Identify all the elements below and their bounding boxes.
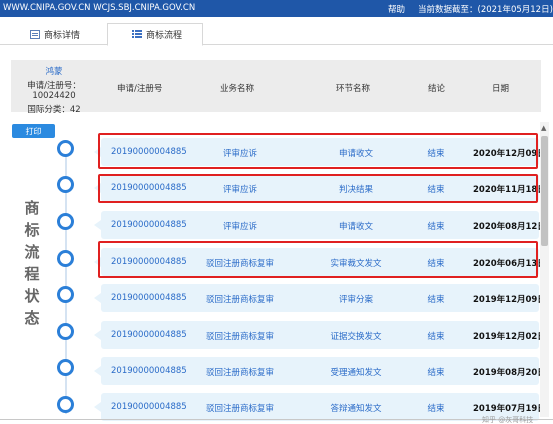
table-row: 20190000004885 评审应诉 申请收文 结束 2020年08月12日	[94, 211, 546, 239]
row-date: 2019年08月20日	[473, 368, 546, 378]
timeline-node	[57, 176, 74, 193]
data-date: 当前数据截至：(2021年05月12日)	[418, 5, 553, 15]
help-link[interactable]: 帮助	[388, 3, 405, 15]
row-step[interactable]: 受理通知发文	[304, 366, 408, 378]
row-reg-number[interactable]: 20190000004885	[111, 293, 187, 303]
row-result[interactable]: 结束	[421, 330, 451, 342]
timeline-node	[57, 396, 74, 413]
table-header: 申请/注册号 业务名称 环节名称 结论 日期	[97, 60, 541, 112]
divider	[0, 419, 553, 420]
international-class: 国际分类：42	[27, 105, 81, 115]
row-result[interactable]: 结束	[421, 293, 451, 305]
row-result[interactable]: 结束	[421, 402, 451, 414]
highlight-box	[98, 241, 538, 278]
row-step[interactable]: 评审分案	[304, 293, 408, 305]
trademark-name[interactable]: 鸿蒙	[11, 65, 97, 77]
row-reg-number[interactable]: 20190000004885	[111, 330, 187, 340]
row-date: 2019年12月02日	[473, 332, 546, 342]
timeline-node	[57, 140, 74, 157]
document-icon	[30, 29, 40, 39]
row-business[interactable]: 驳回注册商标复审	[188, 330, 292, 342]
title-char: 流	[24, 243, 40, 261]
table-row: 20190000004885 驳回注册商标复审 评审分案 结束 2019年12月…	[94, 284, 546, 312]
table-row: 20190000004885 驳回注册商标复审 答辩通知发文 结束 2019年0…	[94, 393, 546, 421]
scroll-up-icon[interactable]: ▲	[541, 124, 546, 132]
timeline-node	[57, 213, 74, 230]
tab-trademark-details[interactable]: 商标详情	[16, 23, 104, 45]
highlight-box	[98, 133, 538, 169]
row-reg-number[interactable]: 20190000004885	[111, 366, 187, 376]
process-status-title: 商 标 流 程 状 态	[22, 197, 42, 329]
tab-bar: 商标详情 商标流程	[0, 23, 553, 46]
site-urls[interactable]: WWW.CNIPA.GOV.CN WCJS.SBJ.CNIPA.GOV.CN	[3, 3, 195, 13]
row-result[interactable]: 结束	[421, 220, 451, 232]
watermark: 知乎 @灰哥科技	[482, 416, 534, 424]
row-date: 2019年07月19日	[473, 404, 546, 414]
row-business[interactable]: 驳回注册商标复审	[188, 402, 292, 414]
title-char: 商	[24, 199, 40, 217]
timeline-node	[57, 323, 74, 340]
timeline-node	[57, 250, 74, 267]
trademark-info: 鸿蒙 申请/注册号：10024420 国际分类：42	[11, 60, 97, 115]
print-button[interactable]: 打印	[12, 124, 55, 138]
row-business[interactable]: 驳回注册商标复审	[188, 293, 292, 305]
table-row: 20190000004885 驳回注册商标复审 受理通知发文 结束 2019年0…	[94, 357, 546, 385]
header-reg: 申请/注册号	[117, 84, 163, 94]
row-step[interactable]: 申请收文	[304, 220, 408, 232]
table-row: 20190000004885 驳回注册商标复审 证据交换发文 结束 2019年1…	[94, 321, 546, 349]
registration-number: 申请/注册号：10024420	[27, 81, 81, 101]
tab-label: 商标详情	[44, 30, 81, 41]
scrollbar-thumb[interactable]	[541, 136, 548, 246]
row-step[interactable]: 证据交换发文	[304, 330, 408, 342]
row-reg-number[interactable]: 20190000004885	[111, 220, 187, 230]
row-step[interactable]: 答辩通知发文	[304, 402, 408, 414]
title-char: 态	[24, 309, 40, 327]
header-business: 业务名称	[220, 84, 255, 94]
row-business[interactable]: 评审应诉	[188, 220, 292, 232]
row-result[interactable]: 结束	[421, 366, 451, 378]
row-date: 2019年12月09日	[473, 295, 546, 305]
header-date: 日期	[492, 84, 510, 94]
title-char: 标	[24, 221, 40, 239]
timeline-node	[57, 286, 74, 303]
tab-label: 商标流程	[146, 31, 183, 41]
row-date: 2020年08月12日	[473, 222, 546, 232]
list-icon	[132, 30, 142, 39]
row-reg-number[interactable]: 20190000004885	[111, 402, 187, 412]
timeline-node	[57, 359, 74, 376]
title-char: 状	[24, 287, 40, 305]
top-bar: WWW.CNIPA.GOV.CN WCJS.SBJ.CNIPA.GOV.CN 帮…	[0, 0, 553, 17]
row-business[interactable]: 驳回注册商标复审	[188, 366, 292, 378]
tab-trademark-process[interactable]: 商标流程	[107, 23, 203, 46]
header-step: 环节名称	[336, 84, 371, 94]
header-result: 结论	[428, 84, 446, 94]
highlight-box	[98, 174, 538, 203]
title-char: 程	[24, 265, 40, 283]
